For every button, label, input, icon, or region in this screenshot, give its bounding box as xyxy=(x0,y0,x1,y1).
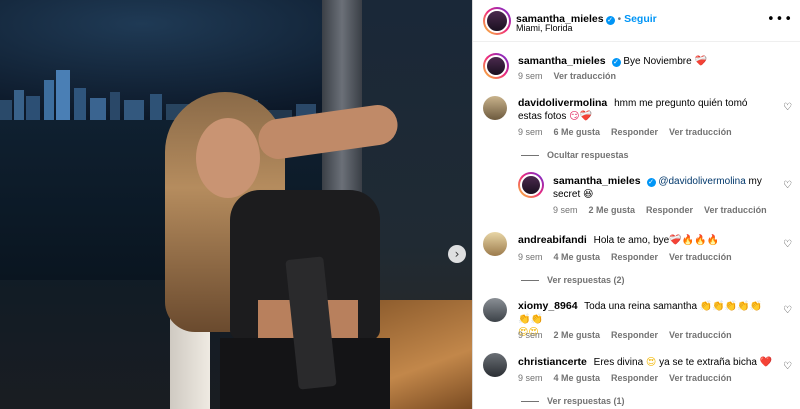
reply-meta: 9 sem 2 Me gusta Responder Ver traducción xyxy=(553,205,778,215)
comment-username[interactable]: davidolivermolina xyxy=(518,97,607,109)
avatar[interactable] xyxy=(483,298,507,322)
caption-age: 9 sem xyxy=(518,71,543,81)
likes-count[interactable]: 4 Me gusta xyxy=(554,373,601,383)
comment-meta: 9 sem 2 Me gusta Responder Ver traducción xyxy=(518,330,743,340)
follow-button[interactable]: Seguir xyxy=(624,13,657,25)
comment-emoji: 😏❤️‍🩹 xyxy=(569,111,593,122)
avatar[interactable] xyxy=(483,7,511,35)
translate-link[interactable]: Ver traducción xyxy=(669,127,732,137)
comment-meta: 9 sem 4 Me gusta Responder Ver traducción xyxy=(518,252,743,262)
reply-button[interactable]: Responder xyxy=(611,373,658,383)
comment-body: ya se te extraña bicha xyxy=(659,357,757,368)
avatar[interactable] xyxy=(483,53,509,79)
heart-icon[interactable]: ♡ xyxy=(783,180,792,191)
translate-link[interactable]: Ver traducción xyxy=(669,252,732,262)
avatar[interactable] xyxy=(518,172,544,198)
translate-link[interactable]: Ver traducción xyxy=(554,71,617,81)
translate-link[interactable]: Ver traducción xyxy=(669,330,732,340)
likes-count[interactable]: 2 Me gusta xyxy=(589,205,636,215)
comment-emoji: 😍 xyxy=(645,357,657,368)
avatar[interactable] xyxy=(483,96,507,120)
likes-count[interactable]: 6 Me gusta xyxy=(554,127,601,137)
face xyxy=(196,118,260,198)
divider xyxy=(521,401,539,403)
heart-icon[interactable]: ♡ xyxy=(783,102,792,113)
reply-emoji: 😆 xyxy=(583,189,594,200)
verified-icon: ✓ xyxy=(605,16,615,25)
reply-text: samantha_mieles ✓ @davidolivermolina my s… xyxy=(553,175,785,201)
location-link[interactable]: Miami, Florida xyxy=(516,23,573,33)
translate-link[interactable]: Ver traducción xyxy=(669,373,732,383)
comment-age: 9 sem xyxy=(518,373,543,383)
comment-age: 9 sem xyxy=(518,330,543,340)
mention-link[interactable]: @davidolivermolina xyxy=(658,176,745,187)
verified-icon: ✓ xyxy=(646,178,656,187)
comment-username[interactable]: andreabifandi xyxy=(518,234,587,246)
caption-username[interactable]: samantha_mieles xyxy=(518,55,606,67)
reply-button[interactable]: Responder xyxy=(611,127,658,137)
verified-icon: ✓ xyxy=(611,58,621,67)
reply-button[interactable]: Responder xyxy=(646,205,693,215)
post-header: samantha_mieles ✓ • Seguir Miami, Florida •… xyxy=(473,0,800,42)
likes-count[interactable]: 2 Me gusta xyxy=(554,330,601,340)
comment-text: christiancerte Eres divina 😍 ya se te ex… xyxy=(518,356,778,369)
chevron-right-icon[interactable]: › xyxy=(448,245,466,263)
reply-button[interactable]: Responder xyxy=(611,330,658,340)
caption: samantha_mieles ✓ Bye Noviembre ❤️‍🩹 xyxy=(518,55,778,68)
avatar[interactable] xyxy=(483,232,507,256)
divider xyxy=(521,155,539,157)
caption-text: Bye Noviembre xyxy=(623,56,692,67)
comment-text: davidolivermolina hmm me pregunto quién … xyxy=(518,97,768,123)
likes-count[interactable]: 4 Me gusta xyxy=(554,252,601,262)
comment-body: Hola te amo, bye xyxy=(593,235,670,246)
comments-panel: samantha_mieles ✓ • Seguir Miami, Florida •… xyxy=(472,0,800,409)
view-replies-button[interactable]: Ver respuestas (2) xyxy=(521,275,625,285)
comment-text: andreabifandi Hola te amo, bye❤️‍🩹🔥🔥🔥 xyxy=(518,234,768,247)
comment-body: Eres divina xyxy=(593,357,644,368)
separator-dot: • xyxy=(617,14,622,25)
comment-username[interactable]: christiancerte xyxy=(518,356,587,368)
avatar[interactable] xyxy=(483,353,507,377)
comment-username[interactable]: xiomy_8964 xyxy=(518,300,578,312)
divider xyxy=(521,280,539,282)
comment-age: 9 sem xyxy=(518,127,543,137)
heart-icon[interactable]: ♡ xyxy=(783,361,792,372)
caption-meta: 9 sem Ver traducción xyxy=(518,71,627,81)
comment-body: Toda una reina samantha xyxy=(584,301,698,312)
comment-meta: 9 sem 6 Me gusta Responder Ver traducción xyxy=(518,127,743,137)
hide-replies-label: Ocultar respuestas xyxy=(547,150,629,160)
post-photo: › xyxy=(0,0,472,409)
comment-emoji: ❤️‍🩹🔥🔥🔥 xyxy=(669,235,720,246)
view-replies-label: Ver respuestas (2) xyxy=(547,275,625,285)
view-replies-label: Ver respuestas (1) xyxy=(547,396,625,406)
reply-age: 9 sem xyxy=(553,205,578,215)
comment-meta: 9 sem 4 Me gusta Responder Ver traducción xyxy=(518,373,743,383)
reply-button[interactable]: Responder xyxy=(611,252,658,262)
hide-replies-button[interactable]: Ocultar respuestas xyxy=(521,150,629,160)
view-replies-button[interactable]: Ver respuestas (1) xyxy=(521,396,625,406)
reply-username[interactable]: samantha_mieles xyxy=(553,175,641,187)
comment-age: 9 sem xyxy=(518,252,543,262)
caption-emoji: ❤️‍🩹 xyxy=(694,56,707,67)
heart-icon[interactable]: ♡ xyxy=(783,239,792,250)
translate-link[interactable]: Ver traducción xyxy=(704,205,767,215)
heart-icon[interactable]: ♡ xyxy=(783,305,792,316)
comment-emoji: ❤️ xyxy=(759,357,773,368)
ellipsis-icon[interactable]: ••• xyxy=(767,12,793,27)
